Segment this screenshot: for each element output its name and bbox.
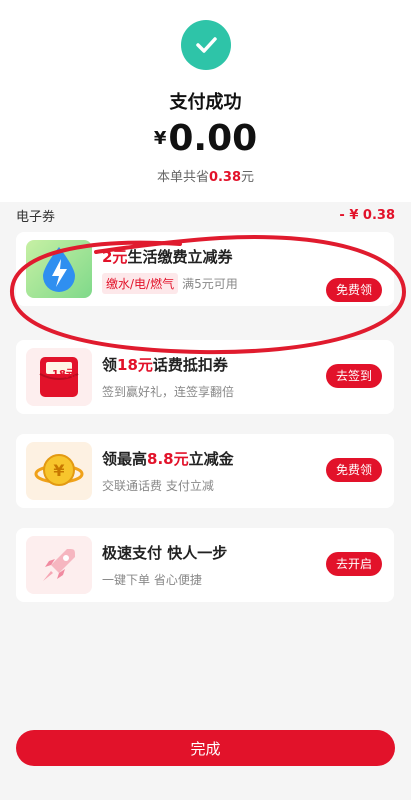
fast-pay-subtitle: 一键下单 省心便捷: [102, 573, 202, 587]
envelope-badge: 18元: [52, 369, 76, 380]
coupon-card-phone-bill[interactable]: 18元 领18元话费抵扣券 签到赢好礼，连签享翻倍 去签到: [16, 340, 394, 414]
saved-suffix: 元: [241, 170, 255, 185]
claim-utility-button[interactable]: 免费领: [325, 278, 382, 302]
gold-coin-icon: ¥: [26, 442, 92, 500]
coupon-note: 满5元可用: [182, 277, 238, 291]
success-check-icon: [181, 20, 231, 70]
coupon-card-cashback[interactable]: ¥ 领最高8.8元立减金 交联通话费 支付立减 免费领: [16, 434, 394, 508]
svg-text:¥: ¥: [53, 461, 64, 480]
saved-prefix: 本单共省: [156, 170, 209, 185]
red-envelope-icon: 18元: [26, 348, 92, 406]
fast-pay-title: 极速支付 快人一步: [102, 544, 228, 562]
coupon-title: 领最高8.8元立减金: [102, 450, 234, 468]
coupon-title: 2元生活缴费立减券: [102, 248, 233, 266]
saved-text: 本单共省0.38元: [0, 166, 411, 185]
page-title: 支付成功: [169, 92, 242, 113]
fast-pay-card[interactable]: 极速支付 快人一步 一键下单 省心便捷 去开启: [16, 528, 394, 602]
coupon-subtitle: 缴水/电/燃气 满5元可用: [102, 273, 294, 294]
coupon-card-utility[interactable]: 2元生活缴费立减券 缴水/电/燃气 满5元可用 免费领: [16, 232, 394, 306]
saved-amount: 0.38: [208, 170, 242, 185]
coupon-subtitle: 交联通话费 支付立减: [102, 479, 214, 493]
payment-summary: 支付成功 ¥0.00 本单共省0.38元: [0, 0, 411, 202]
ecoupon-value: - ¥ 0.38: [339, 207, 395, 223]
ecoupon-label: 电子券: [16, 209, 56, 225]
paid-amount: ¥0.00: [0, 118, 411, 159]
currency-symbol: ¥: [153, 128, 167, 149]
rocket-icon: [26, 536, 92, 594]
coupon-tag: 缴水/电/燃气: [102, 273, 179, 294]
coupon-subtitle: 签到赢好礼，连签享翻倍: [102, 385, 235, 399]
coupon-title: 领18元话费抵扣券: [102, 356, 228, 374]
ecoupon-row: 电子券 - ¥ 0.38: [0, 202, 411, 228]
done-button[interactable]: 完成: [16, 730, 395, 766]
water-drop-lightning-icon: [26, 240, 92, 298]
amount-value: 0.00: [168, 118, 258, 159]
enable-fast-pay-button[interactable]: 去开启: [325, 552, 382, 576]
claim-cashback-button[interactable]: 免费领: [325, 458, 382, 482]
sign-in-button[interactable]: 去签到: [325, 364, 382, 388]
